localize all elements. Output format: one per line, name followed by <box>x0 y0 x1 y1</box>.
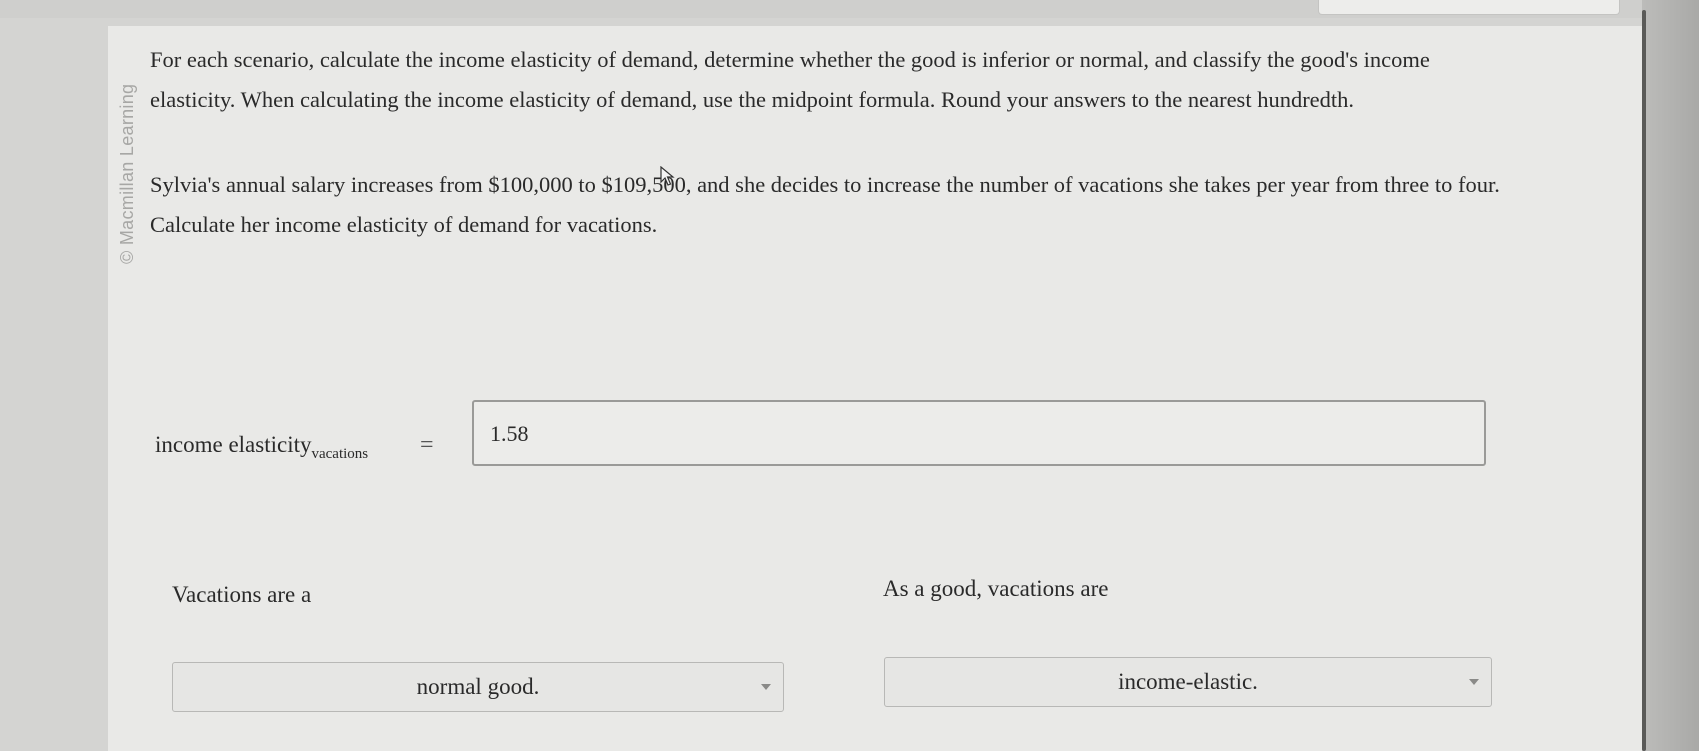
elasticity-class-dropdown[interactable]: income-elastic. <box>884 657 1492 707</box>
chevron-down-icon <box>761 684 771 690</box>
chevron-down-icon <box>1469 679 1479 685</box>
window-edge <box>1642 0 1699 751</box>
good-type-dropdown[interactable]: normal good. <box>172 662 784 712</box>
question-scenario: Sylvia's annual salary increases from $1… <box>150 172 1500 237</box>
top-right-control[interactable] <box>1318 0 1620 15</box>
good-type-prompt: Vacations are a <box>172 582 312 607</box>
question-instructions: For each scenario, calculate the income … <box>150 47 1430 112</box>
copyright-watermark: © Macmillan Learning <box>117 83 137 264</box>
scrollbar[interactable] <box>1642 10 1646 751</box>
equation-label: income elasticityvacations <box>155 432 368 463</box>
equation-label-subscript: vacations <box>311 446 369 462</box>
elasticity-answer-input[interactable]: 1.58 <box>472 400 1486 466</box>
equals-sign: = <box>420 432 434 458</box>
equation-label-main: income elasticity <box>155 432 312 457</box>
good-type-selected: normal good. <box>416 674 540 699</box>
elasticity-class-selected: income-elastic. <box>1118 669 1258 694</box>
elasticity-answer-value: 1.58 <box>490 421 529 446</box>
mouse-pointer-icon <box>660 166 675 186</box>
question-panel <box>108 26 1642 751</box>
elasticity-class-prompt: As a good, vacations are <box>883 576 1109 601</box>
